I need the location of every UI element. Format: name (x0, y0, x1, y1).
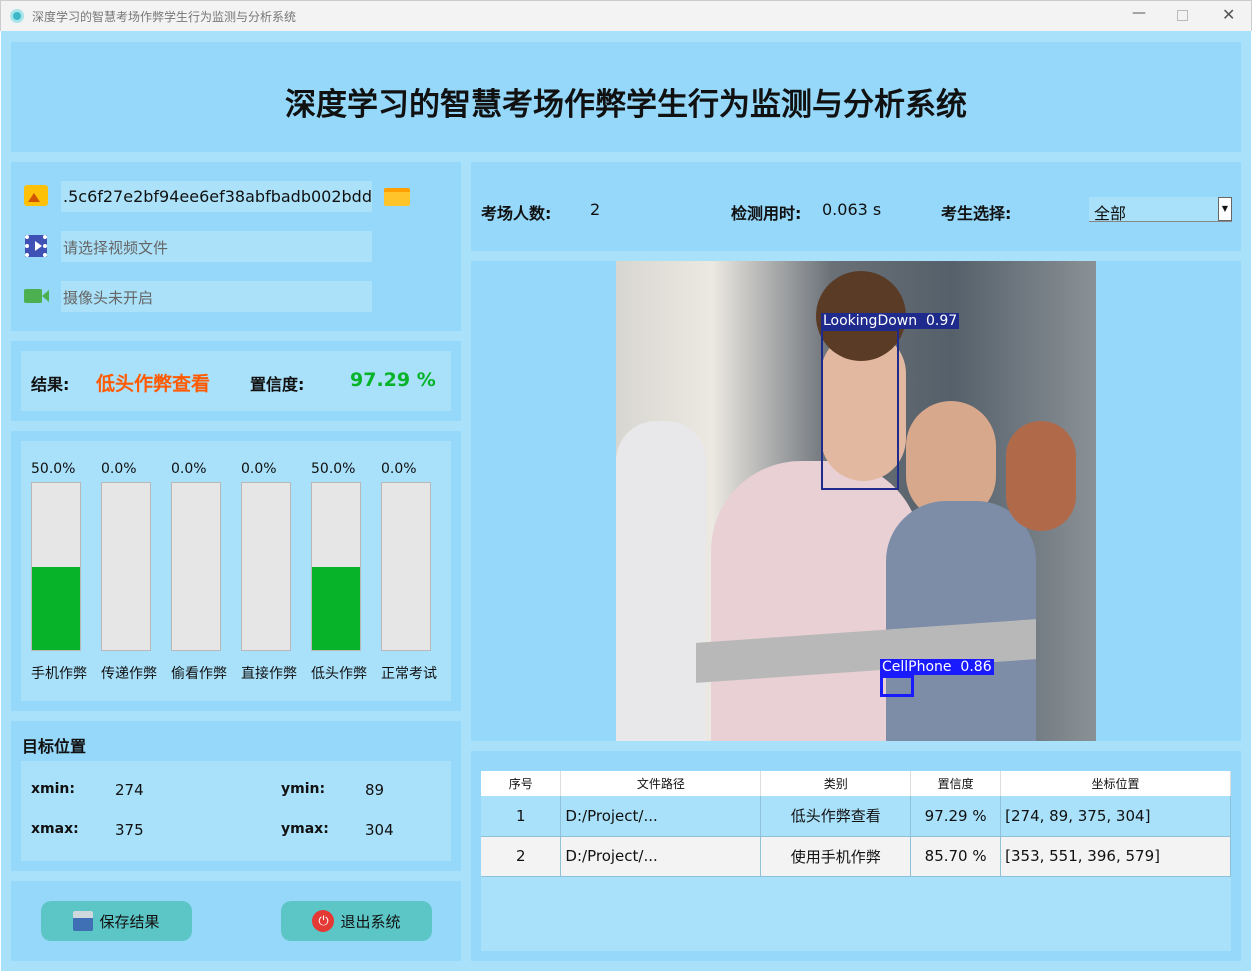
column-header[interactable]: 置信度 (910, 771, 1002, 796)
progress-bar (31, 482, 81, 651)
detection-label-lookingdown: LookingDown 0.97 (821, 313, 960, 329)
column-header[interactable]: 坐标位置 (1000, 771, 1231, 796)
column-header[interactable]: 文件路径 (560, 771, 762, 796)
table-cell: D:/Project/... (560, 796, 762, 837)
select-value: 全部 (1094, 204, 1127, 223)
time-value: 0.063 s (822, 200, 882, 219)
count-value: 2 (590, 200, 601, 219)
camera-status-field[interactable]: 摄像头未开启 (61, 281, 372, 312)
progress-bar-fill (312, 566, 360, 650)
table-cell: 使用手机作弊 (760, 836, 912, 877)
bar-percent: 0.0% (171, 461, 207, 477)
power-icon: ⏻ (312, 910, 335, 932)
camera-icon[interactable] (24, 289, 49, 303)
maximize-button[interactable] (1177, 10, 1188, 21)
progress-bar (101, 482, 151, 651)
table-cell: 2 (481, 836, 562, 877)
bar-label: 传递作弊 (101, 666, 157, 682)
bar-percent: 0.0% (241, 461, 277, 477)
ymin-label: ymin: (281, 781, 326, 797)
table-row[interactable]: 2 D:/Project/... 使用手机作弊 85.70 % [353, 551, 3… (481, 836, 1231, 877)
table-cell: 97.29 % (910, 796, 1002, 837)
student-select[interactable]: 全部 ▼ (1089, 197, 1232, 223)
ymax-label: ymax: (281, 821, 329, 837)
folder-icon[interactable] (384, 188, 410, 206)
page-title: 深度学习的智慧考场作弊学生行为监测与分析系统 (285, 87, 967, 123)
bar-percent: 0.0% (381, 461, 417, 477)
save-button[interactable]: 保存结果 (41, 901, 192, 941)
xmax-label: xmax: (31, 821, 79, 837)
close-button[interactable]: ✕ (1222, 5, 1235, 24)
table-cell: [274, 89, 375, 304] (1000, 796, 1231, 837)
results-table: 序号 文件路径 类别 置信度 坐标位置 1 D:/Project/... 低头作弊查看 97.… (481, 771, 1231, 877)
table-cell: 低头作弊查看 (760, 796, 912, 837)
progress-bar (381, 482, 431, 651)
progress-bar (171, 482, 221, 651)
position-title: 目标位置 (22, 737, 87, 756)
column-header[interactable]: 序号 (481, 771, 562, 796)
video-icon[interactable] (25, 235, 47, 257)
progress-bar (241, 482, 291, 651)
bar-label: 偷看作弊 (171, 666, 227, 682)
result-value: 低头作弊查看 (96, 373, 211, 395)
xmax-value: 375 (115, 821, 144, 839)
table-row[interactable]: 1 D:/Project/... 低头作弊查看 97.29 % [274, 89, 37… (481, 796, 1231, 837)
image-file-field[interactable]: .5c6f27e2bf94ee6ef38abfbadb002bdd.jpg (61, 181, 372, 212)
header-panel: 深度学习的智慧考场作弊学生行为监测与分析系统 (11, 42, 1241, 152)
table-cell: 85.70 % (910, 836, 1002, 877)
table-cell: D:/Project/... (560, 836, 762, 877)
image-icon[interactable] (24, 185, 48, 206)
result-label: 结果: (31, 375, 70, 394)
chevron-down-icon[interactable]: ▼ (1218, 197, 1232, 221)
exit-label: 退出系统 (340, 912, 401, 931)
table-cell: [353, 551, 396, 579] (1000, 836, 1231, 877)
progress-bar-fill (32, 566, 80, 650)
minimize-button[interactable]: — (1132, 5, 1146, 21)
detection-image: LookingDown 0.97 CellPhone 0.86 (616, 261, 1096, 741)
detection-box-lookingdown (821, 329, 899, 490)
bar-percent: 0.0% (101, 461, 137, 477)
xmin-value: 274 (115, 781, 144, 799)
count-label: 考场人数: (481, 204, 552, 223)
position-box (21, 761, 451, 861)
column-header[interactable]: 类别 (760, 771, 912, 796)
video-file-field[interactable]: 请选择视频文件 (61, 231, 372, 262)
app-icon (10, 9, 24, 23)
bar-label: 正常考试 (381, 666, 437, 682)
bar-label: 直接作弊 (241, 666, 297, 682)
table-cell: 1 (481, 796, 562, 837)
bar-percent: 50.0% (31, 461, 76, 477)
ymax-value: 304 (365, 821, 394, 839)
progress-bar (311, 482, 361, 651)
detection-label-cellphone: CellPhone 0.86 (880, 659, 994, 675)
bar-label: 低头作弊 (311, 666, 367, 682)
exit-button[interactable]: ⏻ 退出系统 (281, 901, 432, 941)
window-title: 深度学习的智慧考场作弊学生行为监测与分析系统 (32, 10, 297, 24)
results-table-box: 序号 文件路径 类别 置信度 坐标位置 1 D:/Project/... 低头作弊查看 97.… (481, 771, 1231, 951)
select-label: 考生选择: (941, 204, 1012, 223)
bar-label: 手机作弊 (31, 666, 87, 682)
title-bar: 深度学习的智慧考场作弊学生行为监测与分析系统 — ✕ (0, 0, 1252, 31)
save-label: 保存结果 (99, 912, 160, 931)
confidence-value: 97.29 % (350, 369, 436, 391)
ymin-value: 89 (365, 781, 385, 799)
bar-percent: 50.0% (311, 461, 356, 477)
save-icon (73, 911, 94, 931)
xmin-label: xmin: (31, 781, 75, 797)
confidence-label: 置信度: (250, 375, 305, 394)
time-label: 检测用时: (731, 204, 802, 223)
detection-box-cellphone (880, 675, 914, 697)
